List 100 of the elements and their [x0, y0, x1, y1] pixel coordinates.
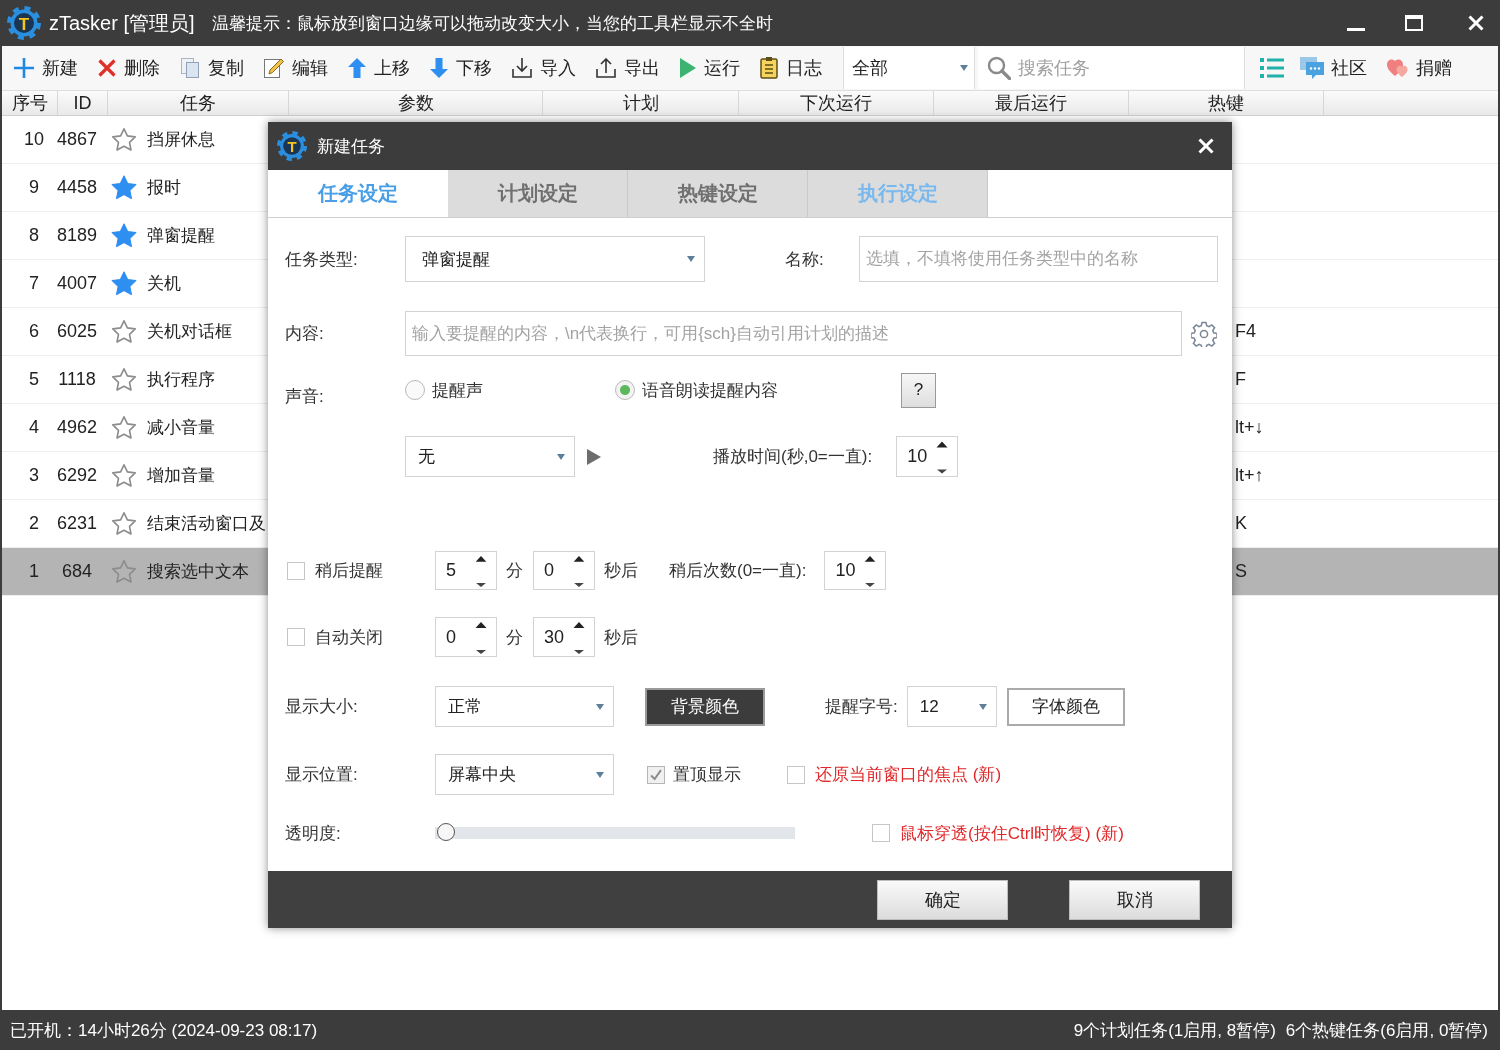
table-cell-text: 减小音量 [147, 417, 215, 439]
pencil-on-paper-icon [264, 58, 284, 78]
filter-dropdown[interactable]: 全部 [843, 47, 975, 89]
help-button[interactable]: ? [901, 372, 936, 408]
toolbar-button[interactable]: 社区 [1300, 51, 1367, 85]
table-cell-text: 增加音量 [147, 465, 215, 487]
table-cell: 4007 [57, 273, 98, 294]
spin-arrows-icon[interactable] [936, 439, 949, 474]
field-label: 播放时间(秒,0=一直): [713, 446, 873, 468]
star-icon[interactable] [111, 175, 137, 200]
table-cell: 1 [29, 561, 39, 582]
caret-icon [960, 65, 968, 71]
star-icon[interactable] [111, 319, 137, 344]
field-label: 显示位置: [285, 764, 358, 786]
table-cell: S [1235, 561, 1247, 582]
spin-arrows-icon[interactable] [475, 554, 487, 587]
checkbox[interactable] [872, 824, 890, 842]
table-cell: 7 [29, 273, 39, 294]
dialog-button[interactable]: 取消 [1069, 879, 1200, 920]
unit-label: 秒后 [604, 626, 638, 649]
spin-arrows-icon[interactable] [475, 620, 487, 654]
star-icon[interactable] [111, 127, 137, 152]
number-spinner[interactable]: 0 [533, 551, 595, 590]
close-icon[interactable] [1198, 138, 1214, 154]
checkbox-label: 还原当前窗口的焦点 (新) [815, 764, 1002, 786]
toolbar-button[interactable]: 删除 [98, 51, 160, 85]
background-color-button[interactable]: 背景颜色 [645, 687, 765, 726]
caret-icon [557, 453, 565, 460]
toolbar-button[interactable]: 上移 [348, 51, 410, 85]
table-cell: 5 [29, 369, 39, 390]
dialog-button[interactable]: 确定 [877, 879, 1008, 920]
radio-button[interactable] [405, 380, 425, 400]
list-icon[interactable] [1260, 57, 1284, 79]
toolbar-button[interactable]: 新建 [14, 51, 78, 85]
spin-arrows-icon[interactable] [573, 554, 585, 587]
column-header[interactable]: 任务 [180, 91, 216, 115]
table-cell: lt+↓ [1235, 417, 1264, 438]
display-size-dropdown[interactable]: 正常 [435, 686, 614, 727]
number-spinner[interactable]: 5 [435, 551, 497, 590]
name-field[interactable]: 选填，不填将使用任务类型中的名称 [859, 236, 1218, 282]
column-header[interactable]: 计划 [622, 91, 659, 115]
table-cell-text: 搜索选中文本 [147, 561, 249, 583]
table-cell: 684 [61, 561, 92, 582]
toolbar-button[interactable]: 捐赠 [1387, 51, 1452, 85]
column-header[interactable]: 序号 [11, 91, 48, 115]
pages-icon [180, 58, 200, 78]
field-label: 声音: [285, 385, 324, 408]
font-color-button[interactable]: 字体颜色 [1006, 687, 1125, 726]
table-cell: 6231 [57, 513, 98, 534]
tab[interactable]: 热键设定 [628, 170, 808, 217]
toolbar-button[interactable]: 运行 [680, 51, 740, 85]
star-icon[interactable] [111, 367, 137, 392]
close-icon[interactable] [1468, 15, 1484, 31]
settings-icon[interactable] [1191, 320, 1217, 347]
minimize-icon[interactable] [1347, 27, 1365, 31]
star-icon[interactable] [111, 223, 137, 248]
down-arrow-icon [430, 58, 448, 78]
play-icon [680, 58, 696, 78]
star-icon[interactable] [111, 271, 137, 296]
toolbar-button[interactable]: 日志 [760, 51, 822, 85]
column-header[interactable]: 参数 [397, 91, 434, 115]
sound-file-dropdown[interactable]: 无 [405, 436, 575, 477]
play-icon[interactable] [587, 448, 601, 465]
search-field[interactable]: 搜索任务 [978, 47, 1245, 89]
table-cell-text: 报时 [147, 177, 181, 199]
star-icon[interactable] [111, 463, 137, 488]
star-icon[interactable] [111, 511, 137, 536]
checkbox-label: 鼠标穿透(按住Ctrl时恢复) (新) [900, 822, 1124, 845]
checkbox-label: 自动关闭 [315, 626, 383, 649]
column-header[interactable]: 最后运行 [995, 91, 1067, 115]
toolbar-button[interactable]: 复制 [180, 51, 244, 85]
spin-arrows-icon[interactable] [573, 620, 585, 654]
toolbar-button[interactable]: 下移 [430, 51, 492, 85]
number-spinner[interactable]: 10 [896, 436, 959, 477]
window-title: zTasker [管理员] [49, 10, 195, 36]
checkbox[interactable] [287, 628, 305, 646]
spin-arrows-icon[interactable] [864, 554, 877, 587]
tab[interactable]: 计划设定 [448, 170, 628, 217]
checkbox[interactable] [647, 765, 665, 784]
column-header[interactable]: 热键 [1208, 91, 1244, 115]
column-header[interactable]: ID [73, 92, 92, 114]
content-field[interactable]: 输入要提醒的内容，\n代表换行，可用{sch}自动引用计划的描述 [405, 311, 1182, 356]
slider-thumb[interactable] [437, 823, 455, 841]
checkbox[interactable] [787, 765, 805, 784]
number-spinner[interactable]: 0 [435, 617, 497, 657]
maximize-icon[interactable] [1405, 15, 1423, 31]
radio-button[interactable] [615, 380, 635, 400]
toolbar-button[interactable]: 导出 [596, 51, 660, 85]
star-icon[interactable] [111, 559, 137, 584]
toolbar-button[interactable]: 导入 [512, 51, 576, 85]
star-icon[interactable] [111, 415, 137, 440]
font-size-dropdown[interactable]: 12 [906, 686, 997, 727]
column-header[interactable]: 下次运行 [800, 91, 872, 115]
number-spinner[interactable]: 30 [533, 617, 595, 657]
display-position-dropdown[interactable]: 屏幕中央 [435, 754, 614, 795]
toolbar-button[interactable]: 编辑 [264, 51, 328, 85]
task-type-dropdown[interactable]: 弹窗提醒 [405, 236, 705, 282]
checkbox[interactable] [287, 561, 305, 580]
checkbox-label: 稍后提醒 [315, 560, 383, 582]
number-spinner[interactable]: 10 [824, 551, 887, 590]
